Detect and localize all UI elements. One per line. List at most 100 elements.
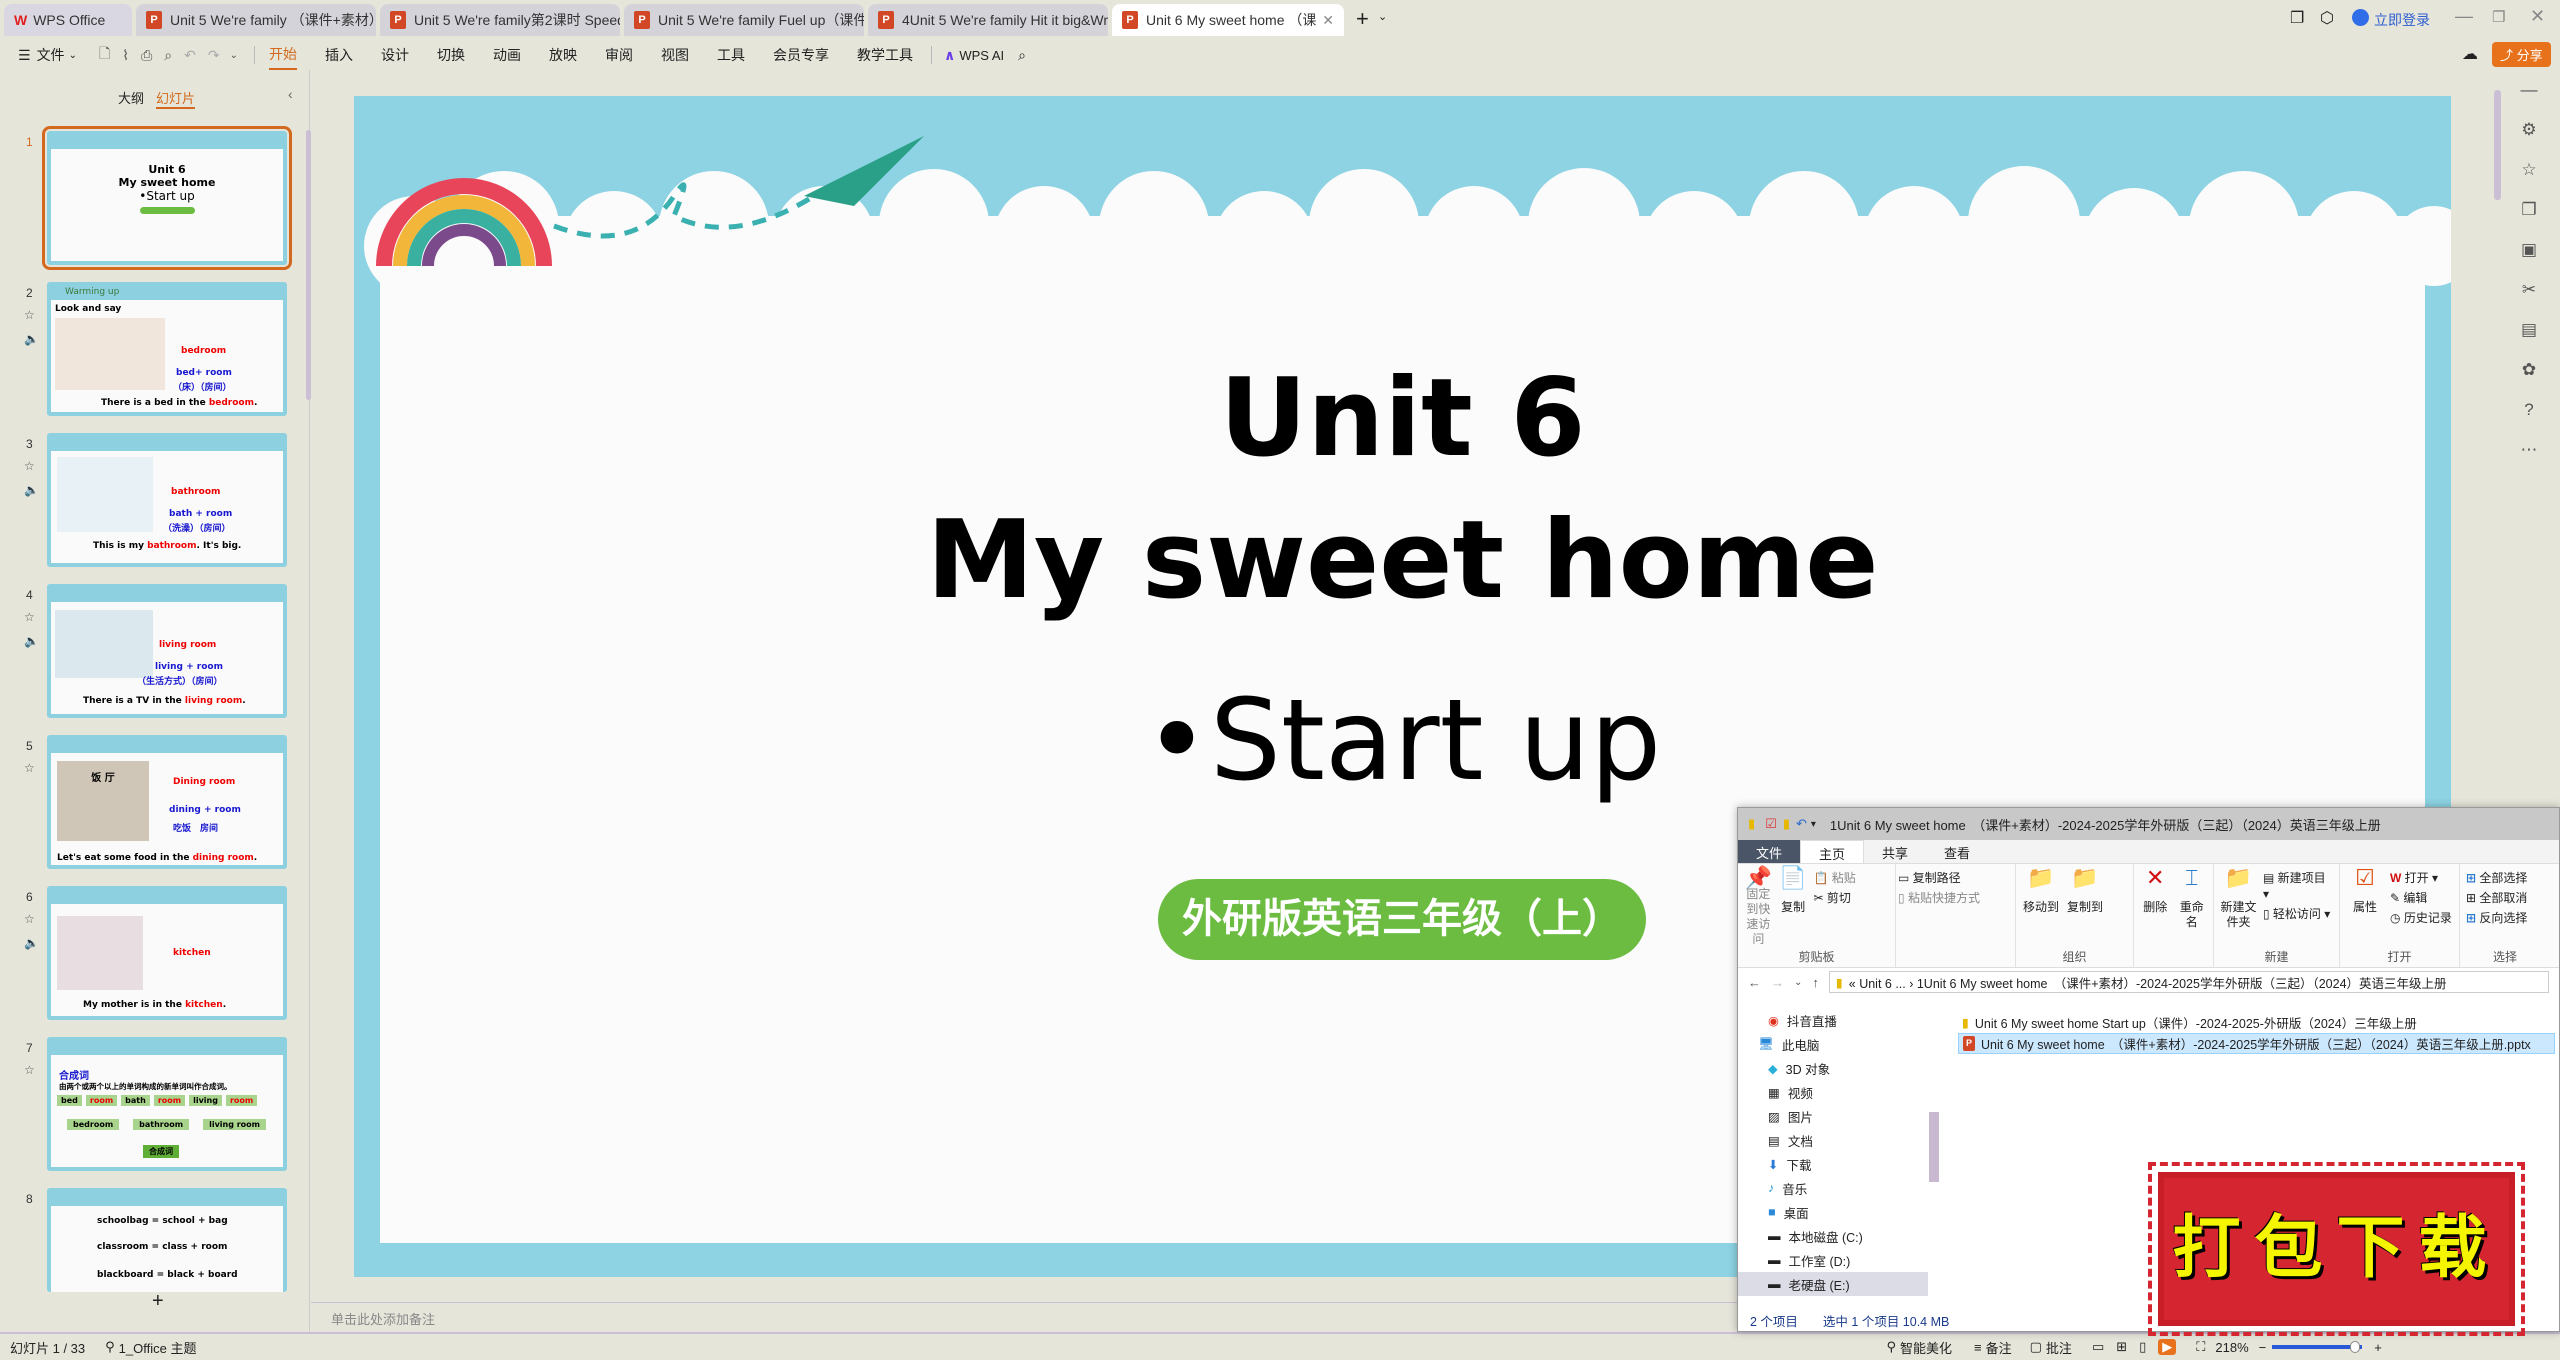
file-item-pptx[interactable]: P Unit 6 My sweet home （课件+素材）-2024-2025学…	[1958, 1033, 2555, 1054]
explorer-tab-share[interactable]: 共享	[1864, 840, 1926, 863]
nav-item[interactable]: ♪ 音乐	[1738, 1176, 1928, 1200]
close-icon[interactable]: ✕	[1322, 12, 1334, 29]
pin-button[interactable]: 📌 固定到快速访问	[1744, 867, 1773, 947]
add-slide-button[interactable]: +	[152, 1290, 164, 1313]
up-button[interactable]: ↑	[1812, 975, 1819, 990]
minimize-button[interactable]: —	[2455, 6, 2473, 27]
wps-ai-button[interactable]: WPS AI	[959, 48, 1004, 63]
zoom-level[interactable]: 218%	[2215, 1340, 2248, 1355]
slide-subtitle[interactable]: •Start up	[354, 676, 2451, 806]
slide-thumbnail-7[interactable]: 合成词 由两个或两个以上的单词构成的新单词叫作合成词。 bed room bat…	[47, 1037, 287, 1171]
tab-document[interactable]: P Unit 5 We're family （课件+素材）	[136, 4, 376, 36]
book-icon[interactable]: ▤	[2498, 310, 2560, 350]
new-tab-button[interactable]: +	[1356, 6, 1369, 32]
smart-beautify-button[interactable]: 智能美化	[1900, 1338, 1952, 1357]
menu-icon[interactable]: ☰	[18, 47, 31, 64]
slide-thumbnail-5[interactable]: 饭 厅 Dining room dining + room 吃饭 房间 Let'…	[47, 735, 287, 869]
slide-thumbnail-4[interactable]: living room living + room （生活方式）（房间） The…	[47, 584, 287, 718]
address-input[interactable]: ▮ « Unit 6 ... › 1Unit 6 My sweet home （课…	[1828, 971, 2549, 993]
nav-item[interactable]: ◉ 抖音直播	[1738, 1008, 1928, 1032]
explorer-tab-file[interactable]: 文件	[1738, 840, 1801, 863]
user-avatar-icon[interactable]	[2352, 9, 2369, 26]
help-icon[interactable]: ?	[2498, 390, 2560, 430]
select-all-button[interactable]: ⊞ 全部选择	[2466, 870, 2527, 886]
reading-view-icon[interactable]: ▯	[2139, 1339, 2146, 1355]
cube-icon[interactable]: ⬡	[2320, 8, 2334, 28]
settings-icon[interactable]: ⚙	[2498, 110, 2560, 150]
menu-design[interactable]: 设计	[381, 41, 409, 69]
new-folder-icon[interactable]: ▮	[1783, 816, 1790, 832]
close-window-button[interactable]: ✕	[2530, 6, 2545, 27]
menu-animation[interactable]: 动画	[493, 41, 521, 69]
explorer-tab-view[interactable]: 查看	[1926, 840, 1988, 863]
nav-scrollbar[interactable]	[1929, 1012, 1939, 1302]
slide-thumbnail-6[interactable]: kitchen My mother is in the kitchen.	[47, 886, 287, 1020]
minus-icon[interactable]: —	[2498, 70, 2560, 110]
zoom-out-button[interactable]: −	[2259, 1340, 2267, 1355]
slide-title-unit[interactable]: Unit 6	[354, 356, 2451, 481]
delete-button[interactable]: ✕ 删除	[2140, 867, 2171, 947]
menu-review[interactable]: 审阅	[605, 41, 633, 69]
explorer-tab-home[interactable]: 主页	[1800, 840, 1865, 863]
star-icon[interactable]: ☆	[2498, 150, 2560, 190]
zoom-slider[interactable]	[2272, 1341, 2363, 1353]
play-button[interactable]: ▶	[2158, 1339, 2177, 1355]
history-button[interactable]: ◷ 历史记录	[2390, 910, 2452, 926]
nav-item[interactable]: ◆ 3D 对象	[1738, 1056, 1928, 1080]
menu-insert[interactable]: 插入	[325, 41, 353, 69]
invert-selection-button[interactable]: ⊞ 反向选择	[2466, 910, 2527, 926]
chevron-down-icon[interactable]: ⌄	[1378, 10, 1387, 23]
easy-access-button[interactable]: ▯ 轻松访问 ▾	[2263, 906, 2333, 922]
chevron-down-icon[interactable]: ▾	[1811, 819, 1816, 830]
search-icon[interactable]: ⌕	[1018, 47, 1026, 64]
tab-active-document[interactable]: P Unit 6 My sweet home （课 ✕	[1112, 4, 1344, 36]
slide-thumbnail-2[interactable]: Warming up Look and say bedroom bed+ roo…	[47, 282, 287, 416]
select-none-button[interactable]: ⊞ 全部取消	[2466, 890, 2527, 906]
restore-button[interactable]: ❐	[2492, 8, 2505, 26]
menu-view[interactable]: 视图	[661, 41, 689, 69]
menu-member[interactable]: 会员专享	[773, 41, 829, 69]
print-icon[interactable]: ⎙	[141, 47, 152, 64]
nav-item[interactable]: ■ 桌面	[1738, 1200, 1928, 1224]
forward-button[interactable]: →	[1771, 975, 1784, 990]
chevron-down-icon[interactable]: ⌄	[230, 50, 238, 61]
copy-icon[interactable]: ❐	[2498, 190, 2560, 230]
tab-document[interactable]: P Unit 5 We're family Fuel up（课件+	[624, 4, 864, 36]
slide-thumbnail-3[interactable]: bathroom bath + room （洗澡）（房间） This is my…	[47, 433, 287, 567]
menu-tools[interactable]: 工具	[717, 41, 745, 69]
slide-title-main[interactable]: My sweet home	[354, 498, 2451, 623]
nav-item[interactable]: ▤ 文档	[1738, 1128, 1928, 1152]
nav-item[interactable]: ▬ 工作室 (D:)	[1738, 1248, 1928, 1272]
menu-teaching-tools[interactable]: 教学工具	[857, 41, 913, 69]
copy-to-button[interactable]: 📁 复制到	[2066, 867, 2104, 947]
cloud-upload-icon[interactable]: ☁	[2462, 44, 2478, 64]
paste-button[interactable]: 📋 粘贴	[1813, 870, 1889, 886]
copy-path-button[interactable]: ▭ 复制路径	[1898, 870, 1980, 886]
tab-outline[interactable]: 大纲	[118, 88, 144, 107]
nav-item[interactable]: ▨ 图片	[1738, 1104, 1928, 1128]
window-icon[interactable]: ❐	[2290, 8, 2304, 28]
tab-wps-office[interactable]: W WPS Office	[4, 4, 132, 36]
paste-shortcut-button[interactable]: ▯ 粘贴快捷方式	[1898, 890, 1980, 906]
notes-input[interactable]: 单击此处添加备注	[311, 1302, 1741, 1332]
textbook-badge[interactable]: 外研版英语三年级（上）	[1158, 879, 1646, 960]
redo-icon[interactable]: ↷	[208, 47, 220, 64]
slide-thumbnail-1[interactable]: Unit 6 My sweet home •Start up	[42, 126, 292, 270]
undo-icon[interactable]: ↶	[1796, 816, 1807, 832]
recent-button[interactable]: ⌄	[1794, 977, 1802, 988]
menu-transition[interactable]: 切换	[437, 41, 465, 69]
badge-icon[interactable]: ✿	[2498, 350, 2560, 390]
file-item-folder[interactable]: ▮ Unit 6 My sweet home Start up（课件）-2024-…	[1958, 1012, 2555, 1033]
undo-icon[interactable]: ↶	[184, 47, 196, 64]
collapse-icon[interactable]: ‹	[288, 86, 293, 102]
new-folder-button[interactable]: 📁 新建文件夹	[2220, 867, 2257, 947]
nav-item[interactable]: ▬ 本地磁盘 (C:)	[1738, 1224, 1928, 1248]
print-preview-icon[interactable]: ⌕	[164, 47, 172, 64]
open-button[interactable]: W 打开 ▾	[2390, 870, 2452, 886]
notes-button[interactable]: 备注	[1986, 1338, 2012, 1357]
zoom-in-button[interactable]: +	[2374, 1340, 2382, 1355]
rename-button[interactable]: ⌶ 重命名	[2177, 867, 2208, 947]
menu-home[interactable]: 开始	[268, 40, 297, 70]
slide-thumbnail-8[interactable]: schoolbag = school + bag classroom = cla…	[47, 1188, 287, 1292]
properties-button[interactable]: ☑ 属性	[2346, 867, 2384, 947]
